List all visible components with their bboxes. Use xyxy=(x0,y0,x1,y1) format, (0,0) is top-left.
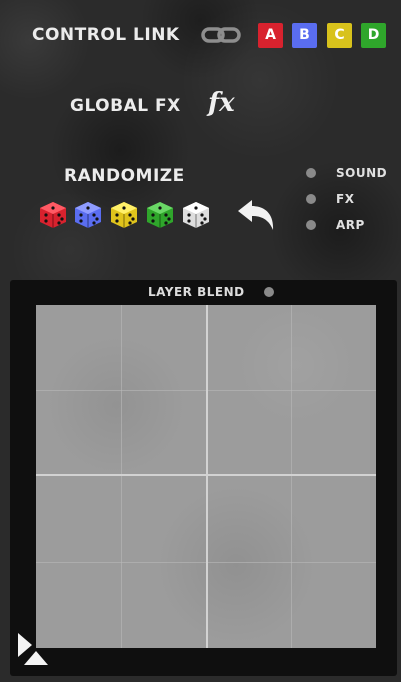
corner-handle-icon[interactable] xyxy=(16,633,50,667)
arp-option-dot[interactable] xyxy=(306,220,316,230)
control-link-d-button[interactable]: D xyxy=(361,23,386,48)
white-die-icon[interactable] xyxy=(181,200,211,230)
layer-blend-label: LAYER BLEND xyxy=(148,285,245,299)
crosshair-vertical xyxy=(206,305,208,648)
grid-line xyxy=(121,305,122,648)
sound-option-dot[interactable] xyxy=(306,168,316,178)
chain-link-icon[interactable] xyxy=(201,24,241,46)
undo-arrow-icon[interactable] xyxy=(236,198,276,232)
layer-blend-xy-pad[interactable] xyxy=(36,305,376,648)
sound-option-label[interactable]: SOUND xyxy=(336,166,387,180)
fx-option-dot[interactable] xyxy=(306,194,316,204)
red-die-icon[interactable] xyxy=(38,200,68,230)
layer-blend-toggle-dot[interactable] xyxy=(264,287,274,297)
instrument-panel: CONTROL LINK A B C D GLOBAL FX fx RANDOM… xyxy=(0,0,401,682)
control-link-c-button[interactable]: C xyxy=(327,23,352,48)
grid-line xyxy=(291,305,292,648)
control-link-b-button[interactable]: B xyxy=(292,23,317,48)
blue-die-icon[interactable] xyxy=(73,200,103,230)
control-link-label: CONTROL LINK xyxy=(32,25,180,45)
control-link-a-button[interactable]: A xyxy=(258,23,283,48)
fx-option-label[interactable]: FX xyxy=(336,192,354,206)
green-die-icon[interactable] xyxy=(145,200,175,230)
global-fx-button[interactable]: fx xyxy=(208,88,235,118)
yellow-die-icon[interactable] xyxy=(109,200,139,230)
crosshair-horizontal xyxy=(36,474,376,476)
arp-option-label[interactable]: ARP xyxy=(336,218,365,232)
global-fx-label: GLOBAL FX xyxy=(70,96,181,116)
randomize-label: RANDOMIZE xyxy=(64,166,185,186)
